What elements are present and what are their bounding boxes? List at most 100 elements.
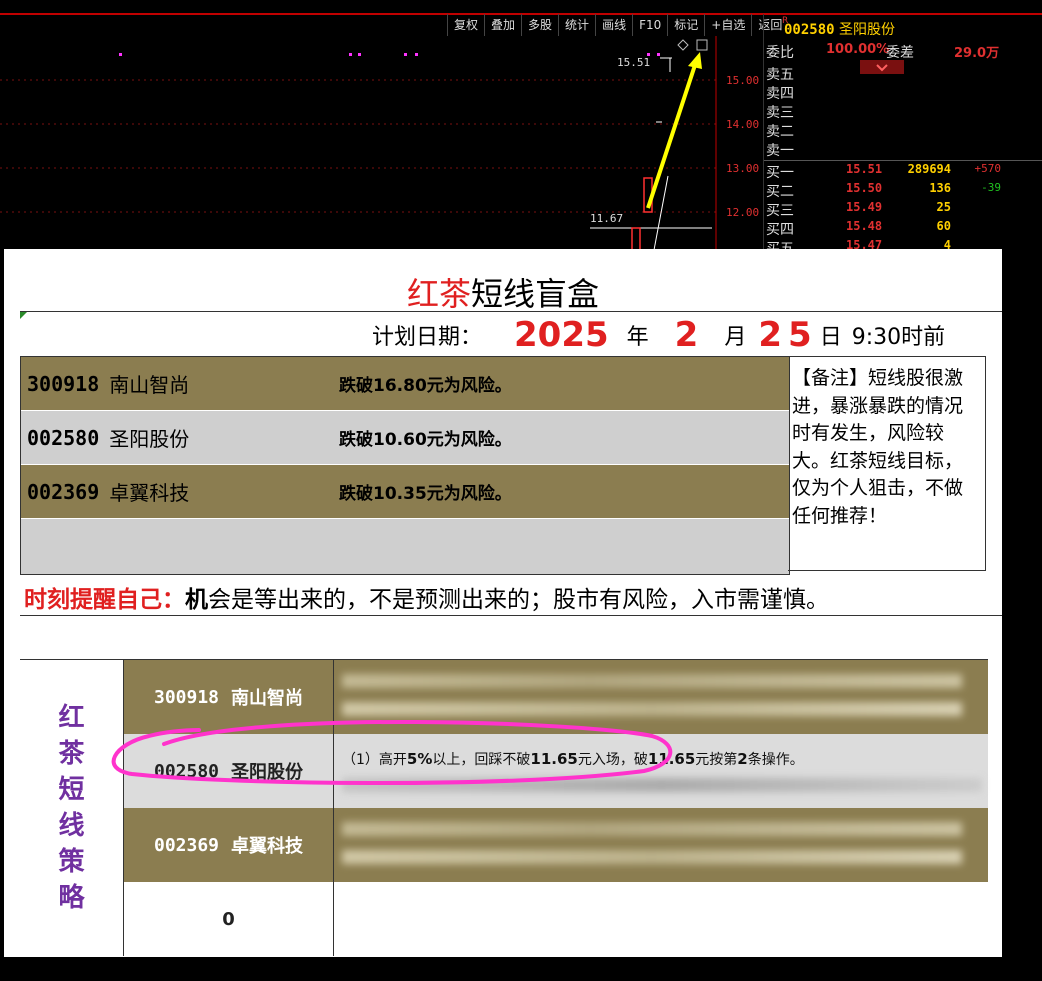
- quote-panel: R 002580 圣阳股份 委比 100.00% 委差 29.0万 卖五 卖四 …: [763, 14, 1042, 250]
- plan-risk: 跌破10.35元为风险。: [339, 484, 512, 504]
- strategy-label-char: 红: [58, 703, 85, 733]
- buy-volume: 289694: [907, 162, 951, 176]
- highlight-ellipse: [111, 719, 673, 786]
- date-day-unit: 日: [819, 325, 842, 350]
- reminder-text: 会是等出来的，不是预测出来的；股市有风险，入市需谨慎。: [208, 587, 829, 613]
- buy-volume: 136: [929, 181, 951, 195]
- price-label: 15.00: [726, 74, 760, 87]
- date-label: 计划日期：: [372, 325, 483, 350]
- reminder-bold: 机: [185, 587, 208, 613]
- plan-code: 002369: [27, 479, 100, 504]
- sell-label: 卖五: [766, 67, 794, 83]
- sell-row: 卖五: [764, 64, 1042, 83]
- low-price-label: 11.67: [590, 212, 624, 225]
- date-day: 25: [758, 315, 818, 355]
- sell-label: 卖三: [766, 105, 794, 121]
- strategy-stock: 0: [124, 882, 334, 956]
- sell-row: 卖二: [764, 121, 1042, 140]
- blurred-text: [342, 674, 962, 688]
- buy-row: 买二 15.50 136 -39: [764, 181, 1042, 200]
- date-month: 2: [674, 315, 699, 355]
- toolbar-fuquan-button[interactable]: 复权: [447, 14, 484, 36]
- price-label: 14.00: [726, 118, 760, 131]
- reminder-lead: 时刻提醒自己：: [24, 587, 185, 613]
- weibi-row: 委比 100.00% 委差 29.0万: [764, 42, 1042, 62]
- strategy-label-char: 略: [58, 883, 85, 913]
- buy-change: -39: [981, 181, 1001, 194]
- toolbar-overlay-button[interactable]: 叠加: [484, 14, 521, 36]
- strategy-card: 红茶短线盲盒 计划日期： 2025 年 2 月 25 日 9:30时前 3009…: [4, 249, 1002, 957]
- buy-row: 买一 15.51 289694 +570: [764, 162, 1042, 181]
- toolbar-multi-stock-button[interactable]: 多股: [521, 14, 558, 36]
- date-year-unit: 年: [626, 325, 649, 350]
- date-year: 2025: [514, 315, 609, 355]
- strategy-name: 0: [222, 908, 235, 930]
- weicha-value: 29.0万: [954, 46, 1000, 61]
- strategy-stock: 002369 卓翼科技: [124, 808, 334, 882]
- weicha-label: 委差: [886, 45, 914, 61]
- weibi-label: 委比: [766, 45, 794, 61]
- stock-terminal: 复权 叠加 多股 统计 画线 F10 标记 +自选 返回 15.00 14.00…: [0, 0, 1042, 251]
- plan-name: 南山智尚: [109, 373, 190, 397]
- toolbar-f10-button[interactable]: F10: [632, 14, 667, 36]
- toolbar-mark-button[interactable]: 标记: [667, 14, 704, 36]
- diamond-icon: [677, 39, 689, 51]
- plan-date: 计划日期： 2025 年 2 月 25 日 9:30时前: [372, 315, 945, 355]
- weibi-value: 100.00%: [826, 42, 890, 57]
- buy-label: 买四: [766, 222, 794, 238]
- toolbar-stats-button[interactable]: 统计: [558, 14, 595, 36]
- strategy-name: 南山智尚: [231, 688, 304, 709]
- buy-label: 买一: [766, 165, 794, 181]
- orderbook-divider: [764, 160, 1042, 161]
- plan-row: 002369 卓翼科技 跌破10.35元为风险。: [21, 465, 789, 518]
- sell-row: 卖三: [764, 102, 1042, 121]
- strategy-code: 300918: [153, 686, 220, 708]
- plan-code: 300918: [27, 371, 100, 396]
- strategy-label-char: 策: [58, 847, 85, 877]
- strategy-label: 红 茶 短 线 策 略: [20, 660, 124, 956]
- buy-row: 买四 15.48 60: [764, 219, 1042, 238]
- toolbar-draw-line-button[interactable]: 画线: [595, 14, 632, 36]
- strategy-label-char: 线: [58, 811, 85, 841]
- note-box: 【备注】短线股很激进，暴涨暴跌的情况时有发生，风险较大。红茶短线目标，仅为个人狙…: [788, 356, 986, 571]
- quote-code: 002580: [784, 22, 835, 38]
- blurred-text: [342, 850, 962, 864]
- buy-volume: 60: [936, 219, 951, 233]
- r-marker: R: [782, 16, 789, 26]
- strategy-code: 002369: [153, 834, 220, 856]
- corner-marker-icon: [20, 311, 28, 319]
- plan-name: 圣阳股份: [109, 427, 190, 451]
- plan-table: 300918 南山智尚 跌破16.80元为风险。 002580 圣阳股份 跌破1…: [20, 356, 790, 575]
- plan-row: 300918 南山智尚 跌破16.80元为风险。: [21, 357, 789, 410]
- title-divider: [20, 311, 1002, 312]
- strategy-label-char: 茶: [58, 739, 85, 769]
- strategy-label-char: 短: [58, 775, 85, 805]
- plan-row: 002580 圣阳股份 跌破10.60元为风险。: [21, 411, 789, 464]
- plan-name: 卓翼科技: [109, 481, 190, 505]
- toolbar-add-favorite-button[interactable]: +自选: [704, 14, 751, 36]
- buy-price: 15.48: [846, 219, 883, 233]
- strategy-name: 卓翼科技: [231, 836, 304, 857]
- reminder-line: 时刻提醒自己：机会是等出来的，不是预测出来的；股市有风险，入市需谨慎。: [24, 580, 829, 614]
- annotation-arrow: [646, 61, 698, 209]
- strategy-table: 红 茶 短 线 策 略 300918 南山智尚 002580 圣阳股份 （1）高…: [20, 659, 988, 957]
- blurred-text: [342, 822, 962, 836]
- buy-price: 15.50: [846, 181, 883, 195]
- sell-row: 卖一: [764, 140, 1042, 159]
- quote-title: R 002580 圣阳股份: [782, 16, 896, 39]
- kline-chart[interactable]: 15.00 14.00 13.00 12.00 15.51 11.67: [0, 36, 762, 251]
- panel-icon: [696, 39, 708, 51]
- reminder-divider: [20, 615, 1002, 616]
- date-time: 9:30时前: [851, 325, 946, 350]
- title-brand: 红茶: [406, 275, 471, 313]
- event-markers: [119, 53, 660, 56]
- sell-label: 卖四: [766, 86, 794, 102]
- candle-prev: [631, 227, 641, 251]
- sell-label: 卖二: [766, 124, 794, 140]
- plan-risk: 跌破10.60元为风险。: [339, 430, 512, 450]
- buy-row: 买三 15.49 25: [764, 200, 1042, 219]
- card-title: 红茶短线盲盒: [4, 269, 1002, 315]
- quote-name: 圣阳股份: [839, 22, 896, 38]
- plan-risk: 跌破16.80元为风险。: [339, 376, 512, 396]
- buy-price: 15.49: [846, 200, 883, 214]
